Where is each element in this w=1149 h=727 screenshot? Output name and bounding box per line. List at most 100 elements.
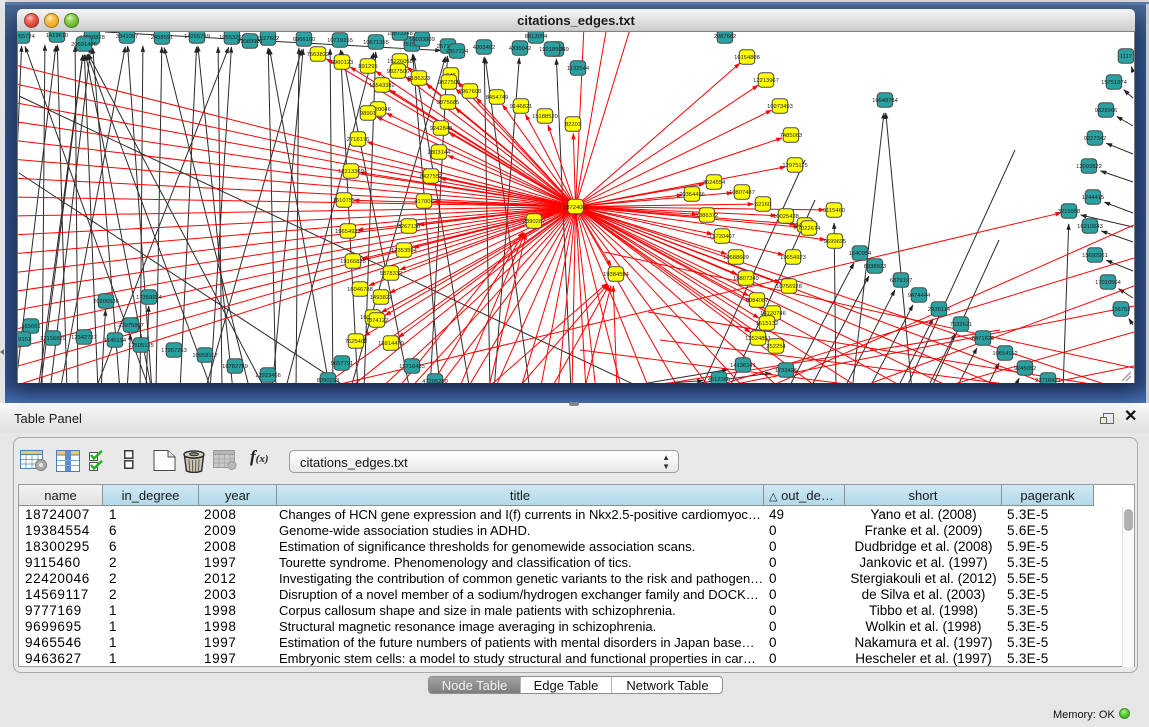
svg-text:3624554: 3624554 — [703, 180, 726, 186]
svg-text:15720407: 15720407 — [709, 234, 735, 240]
svg-text:1244415: 1244415 — [1082, 195, 1105, 201]
svg-text:7386372: 7386372 — [696, 213, 719, 219]
svg-text:9146821: 9146821 — [510, 104, 533, 110]
svg-text:16543382: 16543382 — [369, 83, 395, 89]
svg-text:19654923: 19654923 — [335, 229, 361, 235]
svg-text:9227342: 9227342 — [1084, 136, 1107, 142]
svg-text:1610755: 1610755 — [333, 198, 356, 204]
svg-text:10654112: 10654112 — [992, 351, 1017, 357]
svg-text:116753: 116753 — [1112, 307, 1131, 313]
svg-text:9115460: 9115460 — [823, 208, 845, 214]
svg-text:1733426: 1733426 — [775, 368, 798, 374]
svg-text:7022674: 7022674 — [798, 226, 821, 232]
svg-text:6966160: 6966160 — [293, 37, 316, 43]
svg-text:2718176: 2718176 — [347, 137, 370, 143]
svg-text:12342737: 12342737 — [71, 335, 97, 341]
svg-text:23975867: 23975867 — [118, 323, 144, 329]
svg-text:2087682: 2087682 — [714, 34, 737, 40]
svg-text:9657791: 9657791 — [331, 361, 354, 367]
svg-text:10688609: 10688609 — [723, 255, 749, 261]
svg-text:8960123: 8960123 — [331, 60, 354, 66]
svg-text:15751074: 15751074 — [1101, 80, 1128, 86]
svg-text:417006: 417006 — [414, 199, 433, 205]
svg-text:39151: 39151 — [18, 337, 31, 343]
svg-text:16782759: 16782759 — [222, 364, 248, 370]
svg-text:10719155: 10719155 — [327, 38, 353, 44]
svg-text:6379197: 6379197 — [890, 278, 913, 284]
svg-text:10756928: 10756928 — [776, 284, 802, 290]
svg-text:20364436: 20364436 — [679, 192, 705, 198]
svg-text:89089901: 89089901 — [237, 39, 263, 45]
svg-text:10807487: 10807487 — [729, 190, 755, 196]
svg-text:12975115: 12975115 — [782, 163, 807, 169]
svg-text:15692951: 15692951 — [1082, 253, 1108, 259]
svg-text:8186323: 8186323 — [408, 76, 431, 82]
svg-text:5878332: 5878332 — [380, 271, 403, 277]
svg-text:19218506: 19218506 — [539, 47, 565, 53]
svg-text:9699695: 9699695 — [824, 239, 847, 245]
svg-text:2803144: 2803144 — [428, 150, 451, 156]
svg-text:1640954: 1640954 — [849, 251, 872, 257]
svg-text:2967608: 2967608 — [459, 89, 482, 95]
svg-text:12213369: 12213369 — [338, 169, 364, 175]
svg-text:8454749: 8454749 — [486, 95, 509, 101]
svg-text:7374122: 7374122 — [366, 318, 389, 324]
svg-text:3267130: 3267130 — [398, 224, 421, 230]
svg-text:17010504: 17010504 — [1095, 280, 1122, 286]
svg-text:1132544: 1132544 — [567, 66, 590, 72]
svg-text:19654923: 19654923 — [780, 255, 806, 261]
svg-text:16033809: 16033809 — [409, 37, 435, 43]
svg-text:16210643: 16210643 — [1077, 224, 1103, 230]
svg-text:7632621: 7632621 — [950, 322, 973, 328]
svg-text:19384554: 19384554 — [603, 272, 630, 278]
svg-text:252254: 252254 — [766, 344, 786, 350]
svg-text:16154808: 16154808 — [734, 55, 760, 61]
svg-text:8813054: 8813054 — [525, 34, 548, 40]
svg-text:12213967: 12213967 — [753, 78, 779, 84]
svg-text:12505135: 12505135 — [128, 343, 154, 349]
svg-text:7357224: 7357224 — [446, 49, 469, 55]
svg-text:47295260: 47295260 — [422, 379, 448, 383]
svg-text:10958117: 10958117 — [192, 353, 217, 359]
svg-text:165061: 165061 — [21, 324, 40, 330]
svg-text:8090293: 8090293 — [317, 378, 340, 383]
svg-text:8471626: 8471626 — [972, 336, 995, 342]
svg-text:1615132: 1615132 — [756, 321, 779, 327]
svg-text:2390287: 2390287 — [523, 219, 546, 225]
svg-text:9329966: 9329966 — [1095, 108, 1118, 114]
svg-text:2935114: 2935114 — [928, 307, 951, 313]
svg-text:23718431: 23718431 — [1035, 378, 1061, 383]
svg-text:16914479: 16914479 — [378, 341, 404, 347]
svg-text:7625402: 7625402 — [345, 339, 368, 345]
svg-text:15188520: 15188520 — [532, 114, 558, 120]
svg-text:9827506: 9827506 — [387, 69, 410, 75]
svg-text:82203: 82203 — [565, 122, 581, 128]
svg-text:3341057: 3341057 — [116, 34, 139, 40]
svg-text:10671355: 10671355 — [363, 40, 389, 46]
svg-text:2458591: 2458591 — [151, 35, 174, 41]
svg-text:1419610: 1419610 — [46, 33, 69, 39]
svg-text:3215958: 3215958 — [1058, 209, 1081, 215]
svg-text:14265799: 14265799 — [184, 34, 210, 40]
svg-text:9245052: 9245052 — [1014, 366, 1037, 372]
svg-text:17359924: 17359924 — [136, 295, 163, 301]
svg-text:9084067: 9084067 — [746, 298, 769, 304]
svg-text:19166825: 19166825 — [340, 259, 366, 265]
svg-text:12156829: 12156829 — [40, 336, 66, 342]
svg-text:10025438: 10025438 — [773, 214, 799, 220]
svg-text:14055724: 14055724 — [18, 34, 36, 40]
svg-text:9242848: 9242848 — [430, 126, 453, 132]
svg-text:15716485: 15716485 — [399, 364, 425, 370]
svg-text:4335942: 4335942 — [509, 46, 532, 52]
svg-text:7663822: 7663822 — [307, 52, 330, 58]
svg-text:1493822: 1493822 — [370, 295, 393, 301]
svg-text:62160: 62160 — [755, 202, 771, 208]
svg-text:98901: 98901 — [360, 111, 376, 117]
svg-text:1145194: 1145194 — [104, 338, 127, 344]
svg-text:20206536: 20206536 — [93, 299, 119, 305]
svg-text:18724007: 18724007 — [563, 205, 589, 211]
svg-text:891295: 891295 — [358, 64, 377, 70]
svg-text:3875685: 3875685 — [437, 100, 460, 106]
svg-text:14136141: 14136141 — [730, 363, 756, 369]
svg-text:9474444: 9474444 — [908, 293, 931, 299]
